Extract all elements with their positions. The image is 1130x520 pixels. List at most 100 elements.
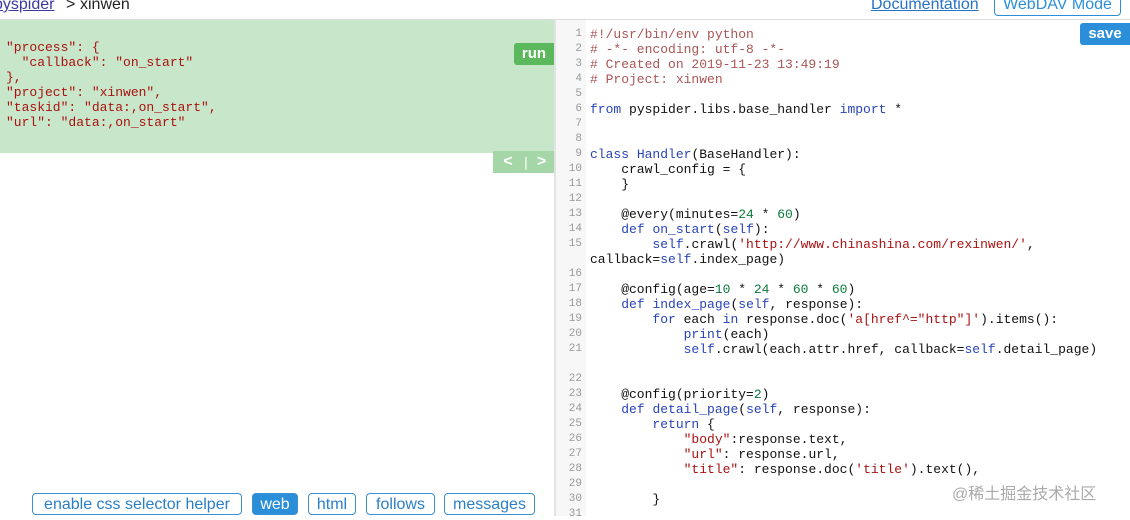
header-bar: pyspider > xinwen Documentation WebDAV M… xyxy=(0,0,1130,20)
breadcrumb-project-link[interactable]: pyspider xyxy=(0,0,54,14)
code-line[interactable]: callback=self.index_page) xyxy=(590,252,785,267)
line-number: 24 xyxy=(568,403,582,415)
task-editor-pane[interactable]: "process": { "callback": "on_start" }, "… xyxy=(0,20,554,173)
code-line[interactable]: } xyxy=(590,492,660,507)
line-number: 30 xyxy=(568,493,582,505)
code-token: self xyxy=(738,297,770,312)
code-token: "title" xyxy=(683,462,739,477)
code-token: def xyxy=(621,297,645,312)
code-token: #!/usr/bin/env python xyxy=(590,27,754,42)
code-token: for xyxy=(652,312,676,327)
code-token: ( xyxy=(714,222,723,237)
run-button[interactable]: run xyxy=(514,43,554,65)
code-line[interactable]: # Project: xinwen xyxy=(590,72,723,87)
code-token: * xyxy=(769,282,793,297)
code-editor[interactable]: 1 2 3 4 5 6 7 8 9 10 11 12 13 14 15 16 17 18 19 20 21 22 23 24 2… xyxy=(556,20,1130,520)
line-number: 29 xyxy=(568,478,582,490)
line-number: 31 xyxy=(568,508,582,520)
code-line[interactable]: #!/usr/bin/env python xyxy=(590,27,754,42)
line-number: 14 xyxy=(568,223,582,235)
code-line[interactable]: class Handler(BaseHandler): xyxy=(590,147,801,162)
code-token: "body" xyxy=(683,432,731,447)
code-token: .detail_page) xyxy=(995,342,1098,357)
code-token: self xyxy=(683,342,715,357)
line-number: 16 xyxy=(568,268,582,280)
code-line[interactable]: return { xyxy=(590,417,714,432)
code-token: * xyxy=(730,282,754,297)
code-line[interactable]: # -*- encoding: utf-8 -*- xyxy=(590,42,785,57)
code-line[interactable]: for each in response.doc('a[href^="http"… xyxy=(590,312,1058,327)
line-number: 26 xyxy=(568,433,582,445)
code-line[interactable]: self.crawl(each.attr.href, callback=self… xyxy=(590,342,1098,357)
tab-web[interactable]: web xyxy=(252,493,298,515)
code-line[interactable]: "title": response.doc('title').text(), xyxy=(590,462,980,477)
code-token: .crawl( xyxy=(683,237,739,252)
line-number: 23 xyxy=(568,388,582,400)
tab-css-selector-helper[interactable]: enable css selector helper xyxy=(32,493,242,515)
code-token: : response.url, xyxy=(722,447,840,462)
code-token: 60 xyxy=(792,282,809,297)
code-token: 'title' xyxy=(855,462,910,477)
code-line[interactable]: } xyxy=(590,177,629,192)
code-token: * xyxy=(753,207,778,222)
code-token: ( xyxy=(738,402,747,417)
line-number: 21 xyxy=(568,343,582,355)
code-token: self xyxy=(964,342,996,357)
code-line[interactable]: @config(age=10 * 24 * 60 * 60) xyxy=(590,282,855,297)
code-token: # -*- encoding: utf-8 -*- xyxy=(590,42,786,57)
code-token: response.doc( xyxy=(738,312,848,327)
webdav-mode-button[interactable]: WebDAV Mode xyxy=(994,0,1121,16)
breadcrumb-separator: > xyxy=(66,0,76,13)
line-number: 3 xyxy=(575,58,582,70)
code-token: "url" xyxy=(683,447,723,462)
tab-html[interactable]: html xyxy=(308,493,356,515)
code-token: 24 xyxy=(738,207,754,222)
code-token: # Created on 2019-11-23 13:49:19 xyxy=(590,57,840,72)
line-number: 27 xyxy=(568,448,582,460)
code-line[interactable]: def detail_page(self, response): xyxy=(590,402,871,417)
line-number: 10 xyxy=(568,163,582,175)
code-line[interactable]: def on_start(self): xyxy=(590,222,769,237)
code-line[interactable]: @config(priority=2) xyxy=(590,387,769,402)
code-line[interactable]: def index_page(self, response): xyxy=(590,297,863,312)
code-token: self xyxy=(722,222,754,237)
code-token: each xyxy=(675,312,723,327)
code-token: def xyxy=(621,222,645,237)
code-line[interactable]: crawl_config = { xyxy=(590,162,746,177)
task-json-text[interactable]: "process": { "callback": "on_start" }, "… xyxy=(6,40,217,130)
code-line[interactable]: "url": response.url, xyxy=(590,447,840,462)
tab-messages[interactable]: messages xyxy=(444,493,535,515)
tab-follows[interactable]: follows xyxy=(366,493,435,515)
documentation-link[interactable]: Documentation xyxy=(871,0,979,14)
code-token: } xyxy=(590,492,661,507)
next-task-button[interactable]: > xyxy=(529,151,554,173)
line-number: 13 xyxy=(568,208,582,220)
code-line[interactable]: # Created on 2019-11-23 13:49:19 xyxy=(590,57,840,72)
line-number: 20 xyxy=(568,328,582,340)
code-token: 10 xyxy=(714,282,731,297)
line-number: 17 xyxy=(568,283,582,295)
code-token: 'a[href^="http"]' xyxy=(847,312,981,327)
code-line[interactable]: self.crawl('http://www.chinashina.com/re… xyxy=(590,237,1034,252)
code-token: self xyxy=(652,237,684,252)
code-token: on_start xyxy=(652,222,715,237)
breadcrumb-page-name: xinwen xyxy=(80,0,130,13)
save-button[interactable]: save xyxy=(1080,23,1130,45)
code-line[interactable]: print(each) xyxy=(590,327,770,342)
prev-task-button[interactable]: < xyxy=(493,151,523,173)
code-token: (BaseHandler): xyxy=(691,147,801,162)
code-token: , response): xyxy=(769,297,864,312)
code-token: callback= xyxy=(590,252,661,267)
code-token: * xyxy=(886,102,903,117)
code-line[interactable]: "body":response.text, xyxy=(590,432,848,447)
code-token: @config(priority= xyxy=(590,387,754,402)
code-line[interactable]: from pyspider.libs.base_handler import * xyxy=(590,102,902,117)
code-line[interactable]: @every(minutes=24 * 60) xyxy=(590,207,800,222)
line-number: 9 xyxy=(575,148,582,160)
code-token: :response.text, xyxy=(730,432,848,447)
